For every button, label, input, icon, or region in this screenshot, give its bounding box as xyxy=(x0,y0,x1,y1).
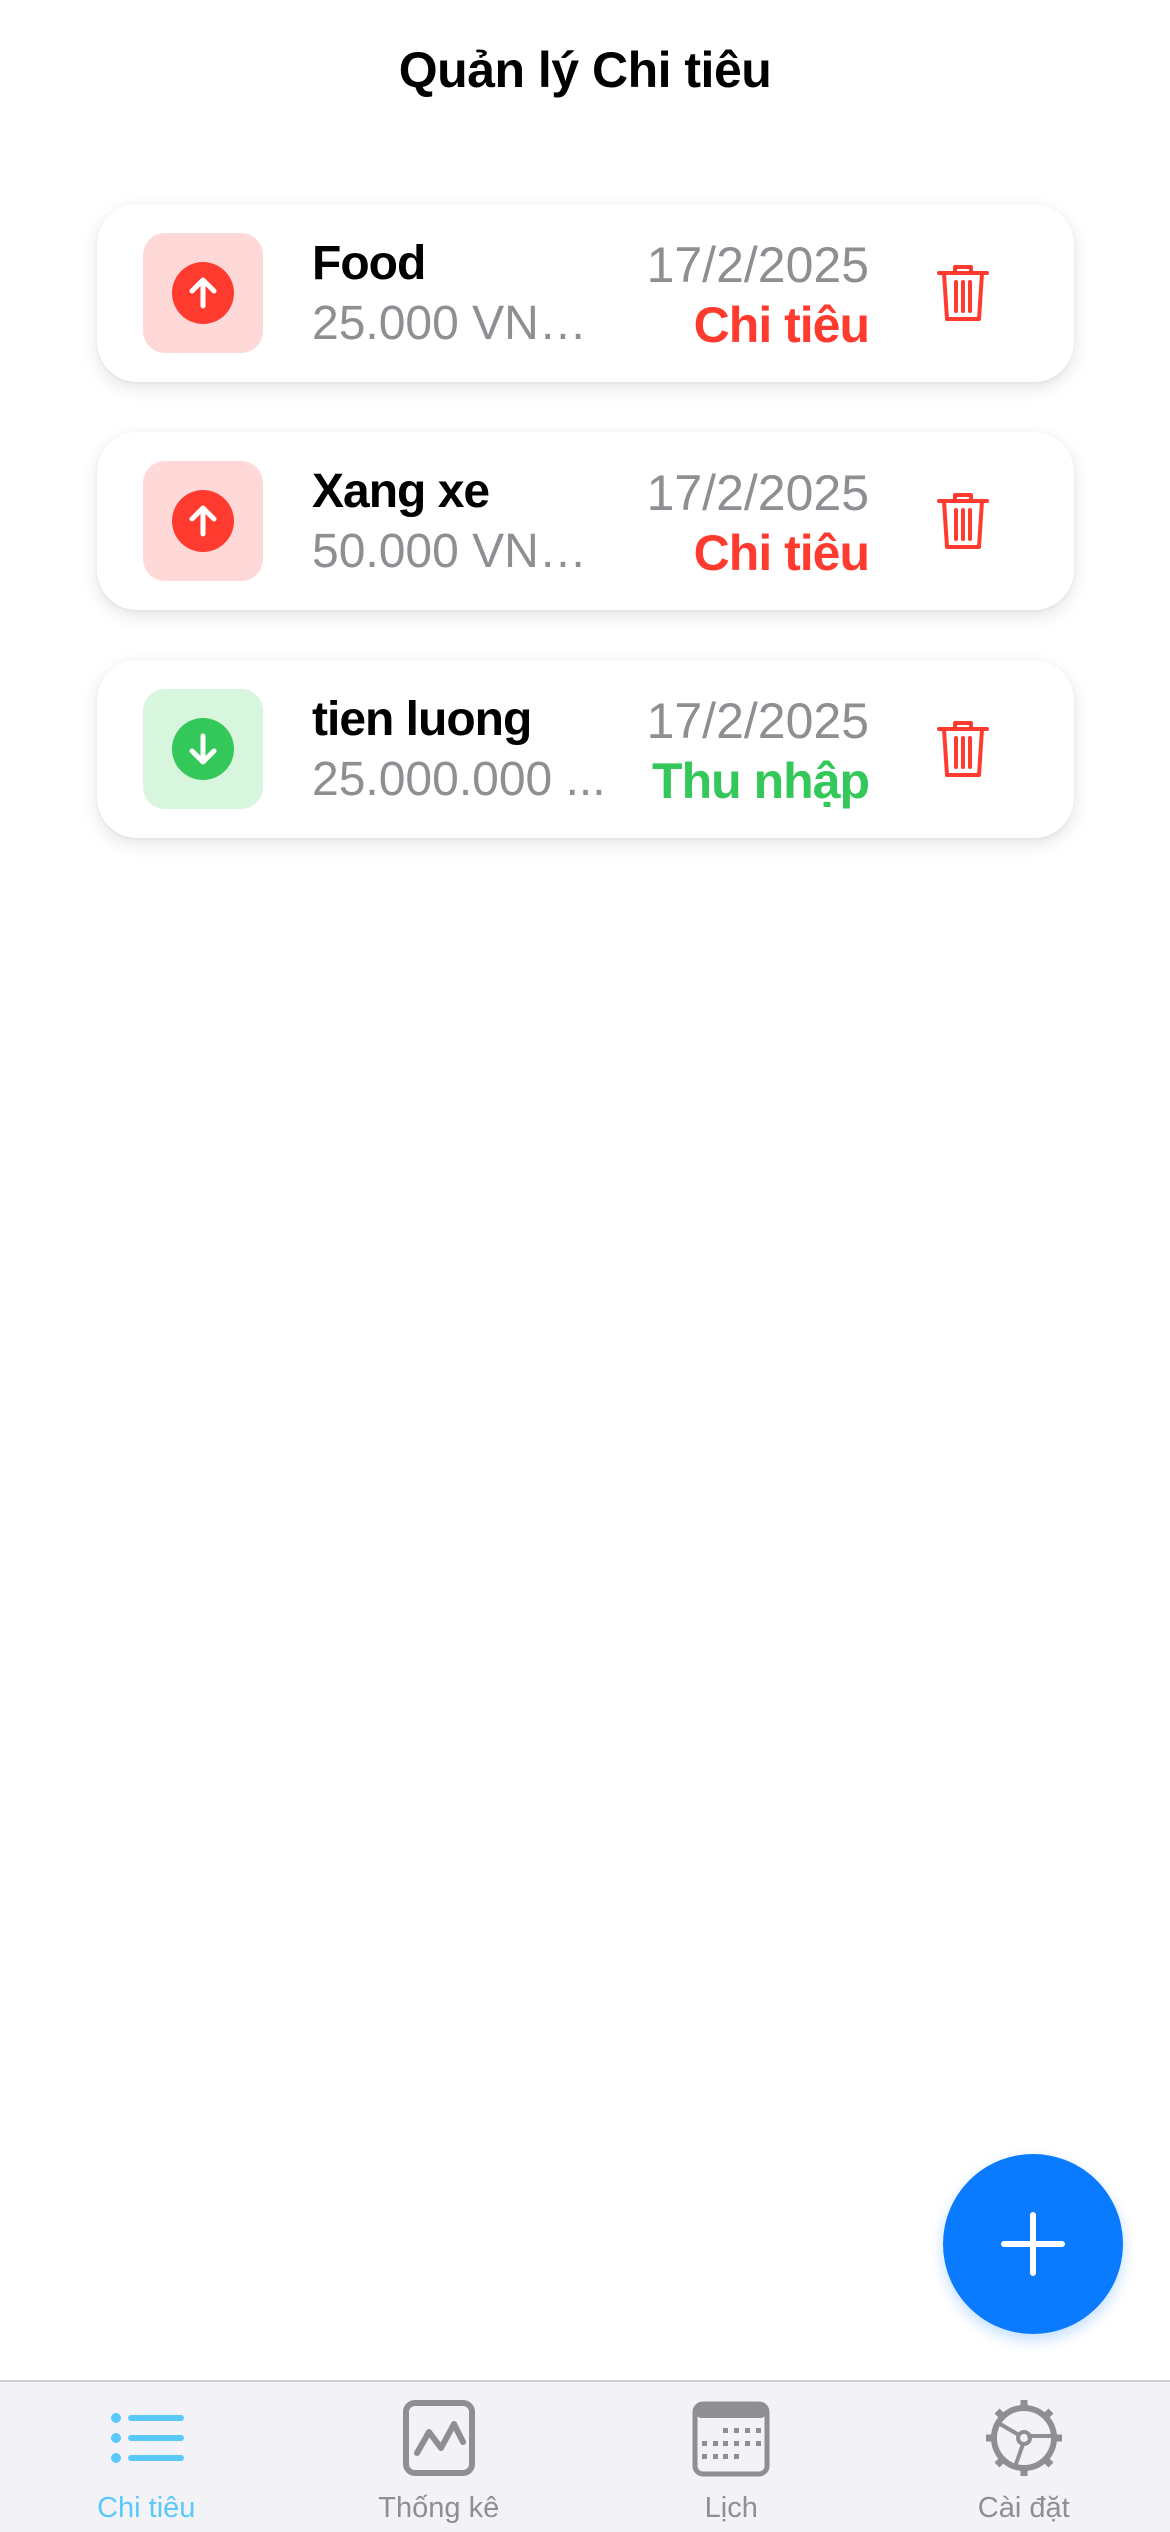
tab-icon-wrap xyxy=(686,2396,776,2480)
tab-lich[interactable]: Lịch xyxy=(585,2382,878,2532)
transaction-amount: 50.000 VNĐ... xyxy=(312,525,612,578)
chart-icon xyxy=(402,2400,475,2476)
transaction-amount: 25.000 VNĐ... xyxy=(312,297,612,350)
tab-thong-ke[interactable]: Thống kê xyxy=(293,2382,586,2532)
transaction-card[interactable]: Xang xe 50.000 VNĐ... 17/2/2025 Chi tiêu xyxy=(97,432,1074,610)
delete-button[interactable] xyxy=(932,490,994,552)
delete-button[interactable] xyxy=(932,262,994,324)
page-title: Quản lý Chi tiêu xyxy=(398,42,772,98)
trash-icon xyxy=(937,265,989,321)
tab-cai-dat[interactable]: Cài đặt xyxy=(878,2382,1170,2532)
transaction-type: Chi tiêu xyxy=(693,525,870,581)
trash-icon xyxy=(937,493,989,549)
gear-icon xyxy=(985,2400,1062,2476)
arrow-up-circle-icon xyxy=(172,262,234,324)
add-transaction-button[interactable] xyxy=(943,2154,1123,2334)
tab-label: Chi tiêu xyxy=(97,2492,196,2524)
delete-button[interactable] xyxy=(932,718,994,780)
calendar-icon xyxy=(692,2401,770,2477)
transaction-name: Food xyxy=(312,237,426,290)
arrow-up-circle-icon xyxy=(172,490,234,552)
transaction-amount: 25.000.000 ... xyxy=(312,753,606,806)
tab-bar: Chi tiêu Thống kê Lịch Cài đặt xyxy=(0,2380,1170,2532)
income-indicator xyxy=(143,689,263,809)
trash-icon xyxy=(937,721,989,777)
transaction-card[interactable]: Food 25.000 VNĐ... 17/2/2025 Chi tiêu xyxy=(97,204,1074,382)
tab-label: Thống kê xyxy=(378,2492,500,2524)
transaction-list: Food 25.000 VNĐ... 17/2/2025 Chi tiêu Xa… xyxy=(97,204,1074,888)
transaction-date: 17/2/2025 xyxy=(646,465,869,521)
transaction-name: tien luong xyxy=(312,693,532,746)
transaction-type: Chi tiêu xyxy=(693,297,870,353)
tab-icon-wrap xyxy=(394,2396,484,2480)
expense-indicator xyxy=(143,233,263,353)
transaction-date: 17/2/2025 xyxy=(646,693,869,749)
app-header: Quản lý Chi tiêu xyxy=(0,0,1170,140)
tab-icon-wrap xyxy=(101,2396,191,2480)
tab-icon-wrap xyxy=(979,2396,1069,2480)
transaction-card[interactable]: tien luong 25.000.000 ... 17/2/2025 Thu … xyxy=(97,660,1074,838)
list-icon xyxy=(111,2413,185,2463)
transaction-date: 17/2/2025 xyxy=(646,237,869,293)
tab-label: Lịch xyxy=(704,2492,758,2524)
expense-indicator xyxy=(143,461,263,581)
plus-icon xyxy=(1001,2212,1065,2276)
transaction-type: Thu nhập xyxy=(652,753,870,809)
arrow-down-circle-icon xyxy=(172,718,234,780)
transaction-name: Xang xe xyxy=(312,465,490,518)
tab-label: Cài đặt xyxy=(977,2492,1070,2524)
tab-chi-tieu[interactable]: Chi tiêu xyxy=(0,2382,293,2532)
